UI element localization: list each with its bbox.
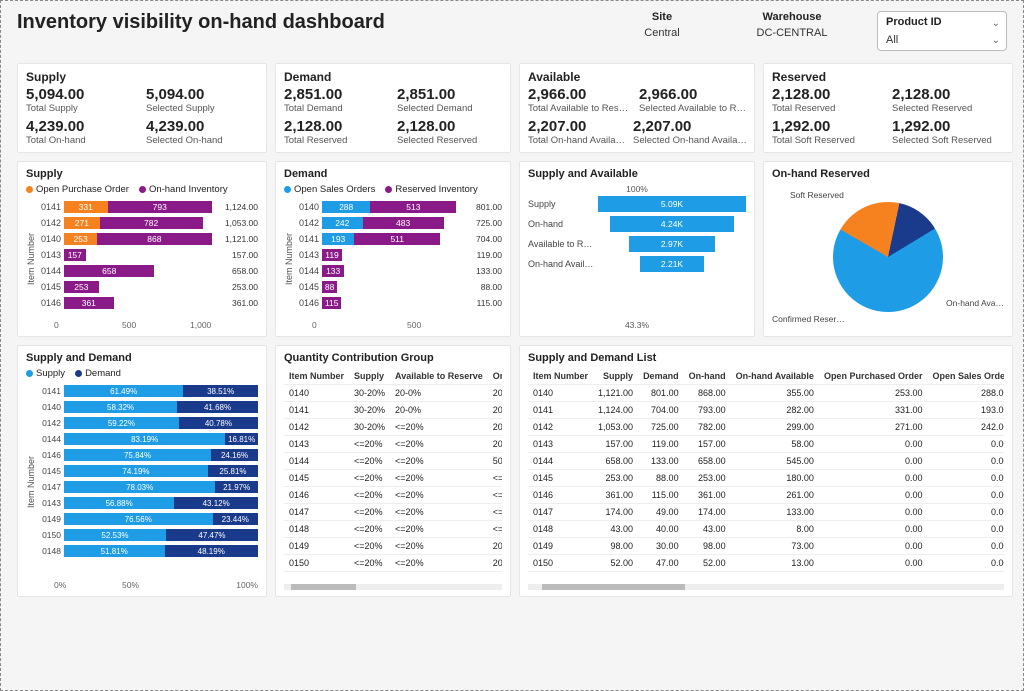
kpi-title: Supply xyxy=(26,70,258,84)
kpi-label: Total On-hand xyxy=(26,135,138,146)
x-axis: 0%50%100% xyxy=(26,580,258,590)
funnel-bot-pct: 43.3% xyxy=(528,320,746,330)
filter-product-value: All xyxy=(886,34,998,46)
filter-warehouse[interactable]: Warehouse DC-CENTRAL xyxy=(747,11,837,51)
filter-product-label: Product ID xyxy=(886,16,998,28)
scrollbar[interactable] xyxy=(284,584,502,590)
data-table: Item NumberSupplyAvailable to ReserveOn-… xyxy=(284,368,502,572)
filter-site-value: Central xyxy=(644,27,679,39)
scroll-thumb[interactable] xyxy=(291,584,356,590)
y-axis-label: Item Number xyxy=(26,383,36,580)
kpi-value: 2,207.00 xyxy=(528,118,625,135)
table-title: Quantity Contribution Group xyxy=(284,352,502,364)
x-axis: 05001,000 xyxy=(26,320,258,330)
kpi-label: Total Reserved xyxy=(284,135,389,146)
chart-supply-available[interactable]: Supply and Available 100% Supply5.09KOn-… xyxy=(519,161,755,337)
filter-warehouse-value: DC-CENTRAL xyxy=(757,27,828,39)
chart-title: On-hand Reserved xyxy=(772,168,1004,180)
kpi-demand: Demand 2,851.00Total Demand 2,851.00Sele… xyxy=(275,63,511,153)
pie-label: Soft Reserved xyxy=(790,190,844,200)
chart-title: Demand xyxy=(284,168,502,180)
kpi-label: Selected Available to R… xyxy=(639,103,746,114)
chart-legend: Open Purchase Order On-hand Inventory xyxy=(26,184,258,195)
kpi-value: 2,207.00 xyxy=(633,118,747,135)
table-supply-demand-list[interactable]: Supply and Demand List Item NumberSupply… xyxy=(519,345,1013,597)
kpi-value: 5,094.00 xyxy=(26,86,138,103)
kpi-reserved: Reserved 2,128.00Total Reserved 2,128.00… xyxy=(763,63,1013,153)
kpi-label: Total Demand xyxy=(284,103,389,114)
chart-legend: Open Sales Orders Reserved Inventory xyxy=(284,184,502,195)
kpi-label: Selected Reserved xyxy=(892,103,1004,114)
filter-warehouse-label: Warehouse xyxy=(763,11,822,23)
kpi-label: Selected On-hand Availa… xyxy=(633,135,747,146)
kpi-label: Total Soft Reserved xyxy=(772,135,884,146)
kpi-label: Total On-hand Availa… xyxy=(528,135,625,146)
table-title: Supply and Demand List xyxy=(528,352,1004,364)
kpi-label: Total Reserved xyxy=(772,103,884,114)
chart-supply-demand[interactable]: Supply and Demand Supply Demand Item Num… xyxy=(17,345,267,597)
kpi-title: Reserved xyxy=(772,70,1004,84)
kpi-value: 1,292.00 xyxy=(772,118,884,135)
kpi-value: 2,128.00 xyxy=(892,86,1004,103)
chart-demand[interactable]: Demand Open Sales Orders Reserved Invent… xyxy=(275,161,511,337)
chart-supply[interactable]: Supply Open Purchase Order On-hand Inven… xyxy=(17,161,267,337)
kpi-title: Demand xyxy=(284,70,502,84)
x-axis: 0500 xyxy=(284,320,502,330)
scroll-thumb[interactable] xyxy=(542,584,685,590)
kpi-value: 2,966.00 xyxy=(639,86,746,103)
chart-title: Supply and Available xyxy=(528,168,746,180)
pie-label: Confirmed Reser… xyxy=(772,314,845,324)
kpi-label: Selected Soft Reserved xyxy=(892,135,1004,146)
chevron-down-icon: ⌄ xyxy=(992,35,1000,46)
page-title: Inventory visibility on-hand dashboard xyxy=(17,11,617,34)
pie-chart xyxy=(833,202,943,312)
chart-legend: Supply Demand xyxy=(26,368,258,379)
chart-title: Supply and Demand xyxy=(26,352,258,364)
kpi-label: Selected Reserved xyxy=(397,135,502,146)
kpi-value: 4,239.00 xyxy=(146,118,258,135)
filter-site[interactable]: Site Central xyxy=(617,11,707,51)
chart-onhand-reserved[interactable]: On-hand Reserved Soft Reserved Confirmed… xyxy=(763,161,1013,337)
funnel-top-pct: 100% xyxy=(528,184,746,194)
kpi-value: 2,128.00 xyxy=(397,118,502,135)
y-axis-label: Item Number xyxy=(284,199,294,318)
kpi-value: 2,851.00 xyxy=(284,86,389,103)
scrollbar[interactable] xyxy=(528,584,1004,590)
kpi-supply: Supply 5,094.00Total Supply 5,094.00Sele… xyxy=(17,63,267,153)
kpi-label: Selected On-hand xyxy=(146,135,258,146)
table-quantity-contribution[interactable]: Quantity Contribution Group Item NumberS… xyxy=(275,345,511,597)
kpi-value: 2,128.00 xyxy=(284,118,389,135)
kpi-value: 1,292.00 xyxy=(892,118,1004,135)
kpi-available: Available 2,966.00Total Available to Res… xyxy=(519,63,755,153)
kpi-label: Total Available to Res… xyxy=(528,103,631,114)
chart-title: Supply xyxy=(26,168,258,180)
kpi-value: 5,094.00 xyxy=(146,86,258,103)
kpi-label: Total Supply xyxy=(26,103,138,114)
data-table: Item NumberSupplyDemandOn-handOn-hand Av… xyxy=(528,368,1004,572)
pie-label: On-hand Ava… xyxy=(946,298,1004,308)
kpi-value: 2,128.00 xyxy=(772,86,884,103)
kpi-value: 2,851.00 xyxy=(397,86,502,103)
kpi-value: 2,966.00 xyxy=(528,86,631,103)
kpi-label: Selected Demand xyxy=(397,103,502,114)
kpi-value: 4,239.00 xyxy=(26,118,138,135)
filter-site-label: Site xyxy=(652,11,672,23)
kpi-title: Available xyxy=(528,70,746,84)
chevron-down-icon: ⌄ xyxy=(992,18,1000,29)
y-axis-label: Item Number xyxy=(26,199,36,318)
kpi-label: Selected Supply xyxy=(146,103,258,114)
filter-product-id[interactable]: Product ID All ⌄ ⌄ xyxy=(877,11,1007,51)
